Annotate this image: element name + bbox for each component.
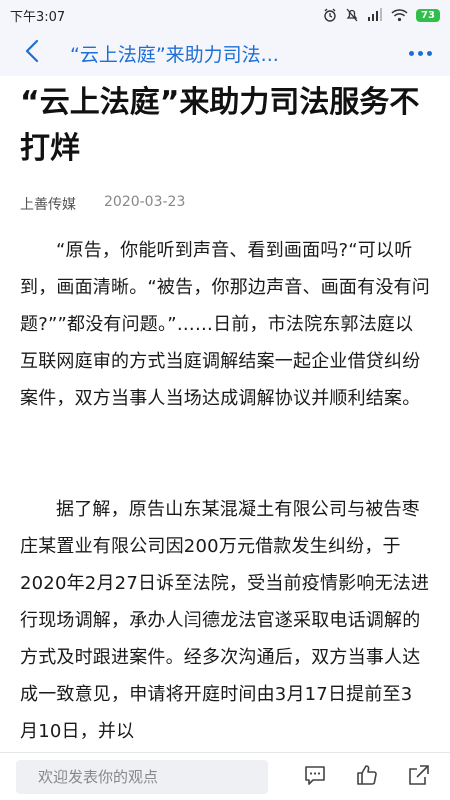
chevron-left-icon	[25, 39, 39, 67]
status-icons: 73	[323, 8, 440, 22]
share-icon[interactable]	[408, 764, 430, 790]
article-date: 2020-03-23	[104, 194, 186, 210]
article-source[interactable]: 上善传媒	[20, 194, 76, 214]
more-dots-icon	[408, 50, 432, 56]
mute-icon	[345, 8, 359, 22]
back-button[interactable]	[0, 30, 64, 76]
article-title: “云上法庭”来助力司法服务不打烊	[20, 85, 420, 166]
nav-title: “云上法庭”来助力司法...	[70, 43, 279, 66]
like-icon[interactable]	[356, 764, 378, 790]
article-body: “云上法庭”来助力司法服务不打烊 上善传媒 2020-03-23 “原告，你能听…	[0, 76, 450, 752]
nav-bar: “云上法庭”来助力司法...	[0, 30, 450, 76]
article-paragraph-2: 据了解，原告山东某混凝土有限公司与被告枣庄某置业有限公司因200万元借款发生纠纷…	[20, 499, 430, 742]
wifi-icon	[391, 8, 408, 22]
signal-icon	[367, 8, 383, 22]
status-bar: 下午3:07 73	[0, 0, 450, 30]
more-button[interactable]	[390, 30, 450, 76]
battery-icon: 73	[416, 8, 440, 22]
comment-icon[interactable]	[304, 764, 326, 790]
article-paragraph-1: “原告，你能听到声音、看到画面吗?“可以听到，画面清晰。“被告，你那边声音、画面…	[20, 240, 430, 409]
comment-input[interactable]: 欢迎发表你的观点	[16, 759, 268, 794]
status-time: 下午3:07	[10, 9, 66, 25]
action-icons	[304, 764, 434, 790]
bottom-bar: 欢迎发表你的观点	[0, 752, 450, 800]
alarm-icon	[323, 8, 337, 22]
article-meta: 上善传媒 2020-03-23	[20, 194, 430, 214]
